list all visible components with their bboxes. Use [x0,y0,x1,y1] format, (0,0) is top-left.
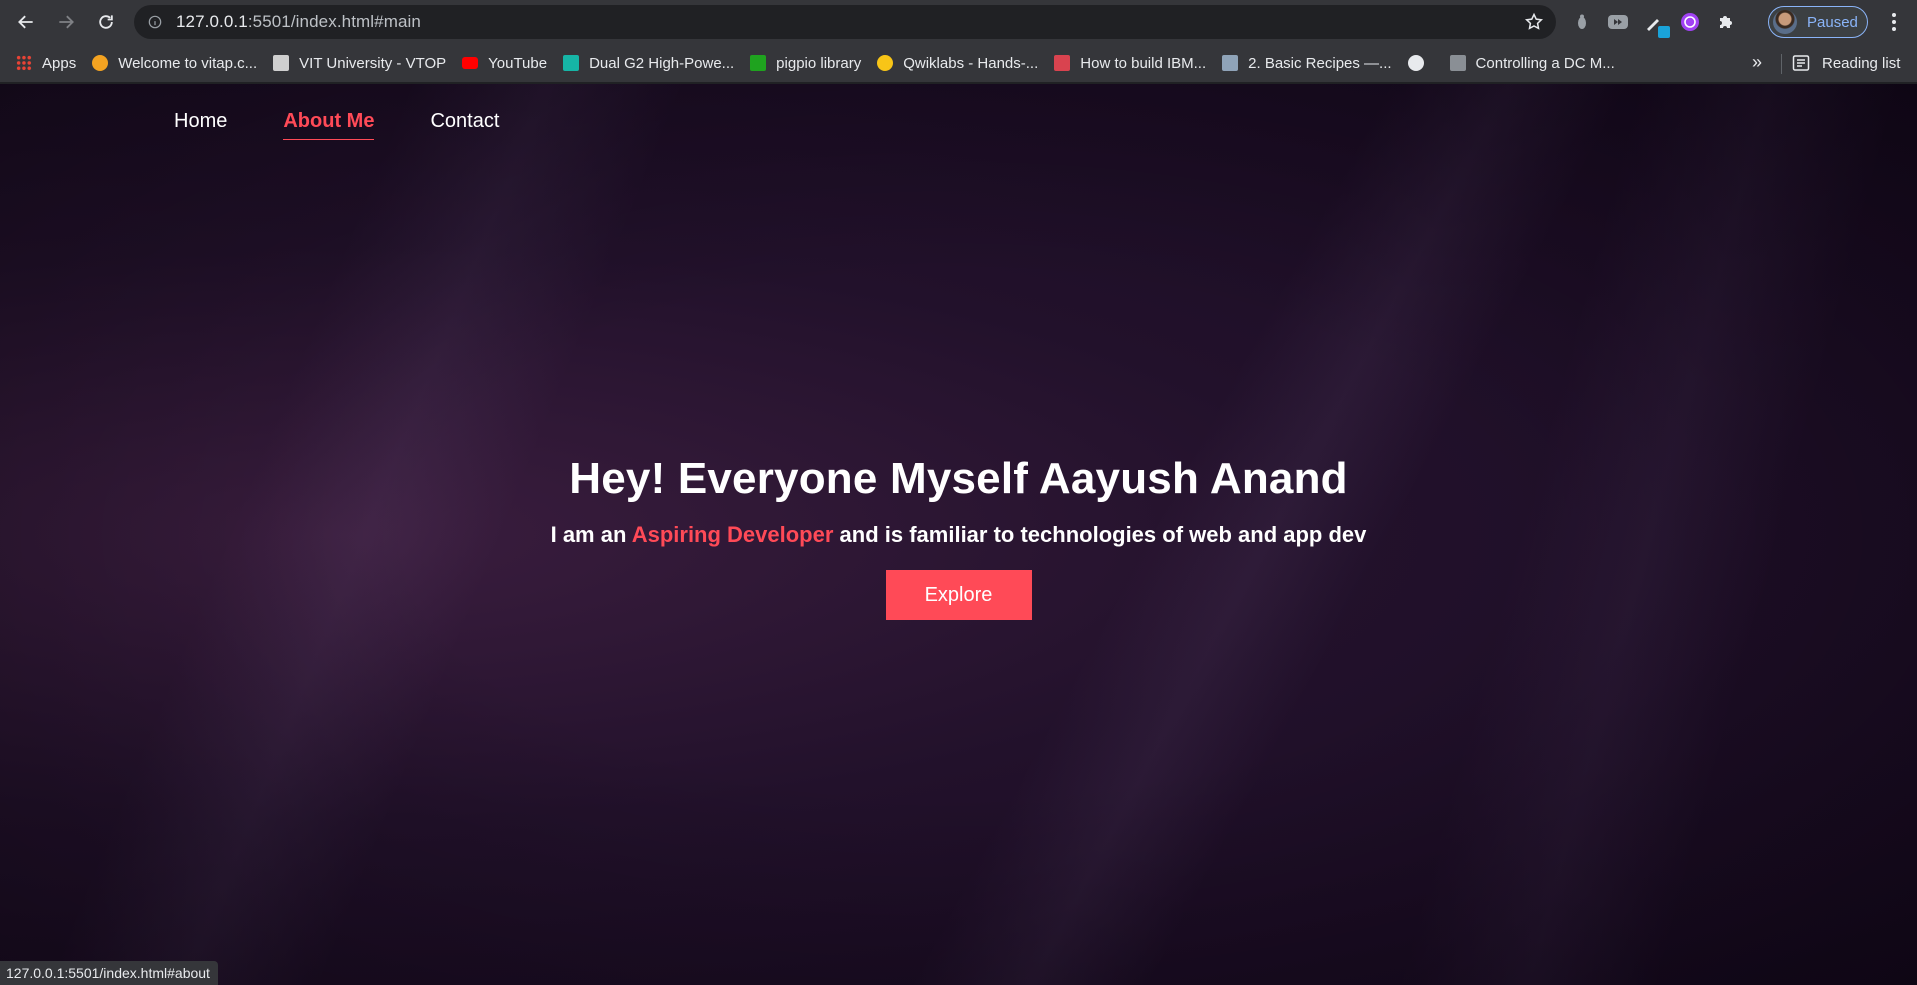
reading-list-icon [1792,55,1810,71]
bookmark-label: pigpio library [776,54,862,72]
profile-button[interactable]: Paused [1768,6,1868,38]
hero-section: Hey! Everyone Myself Aayush Anand I am a… [0,454,1917,620]
reading-list-button[interactable]: Reading list [1792,49,1900,77]
site-navbar: Home About Me Contact [174,110,499,140]
shield-icon [1449,55,1466,71]
url-text[interactable]: 127.0.0.1:5501/index.html#main [176,12,421,32]
docs-icon [1222,55,1239,71]
url-host: 127.0.0.1 [176,12,248,31]
bookmark-label: Dual G2 High-Powe... [589,54,735,72]
extension-bug-icon[interactable] [1570,10,1594,34]
hero-subtitle-start: I am an [550,522,632,547]
forward-arrow-icon [59,15,74,29]
bookmark-label: VIT University - VTOP [299,54,447,72]
link-status-bubble: 127.0.0.1:5501/index.html#about [0,961,218,985]
pololu-icon [563,55,580,71]
bookmark-label: Qwiklabs - Hands-... [903,54,1039,72]
reload-button[interactable] [86,2,126,42]
bookmark-item[interactable]: Apps [8,49,84,77]
bookmark-star-icon[interactable] [1524,12,1544,32]
back-arrow-icon [18,15,33,29]
browser-toolbar: 127.0.0.1:5501/index.html#main Paused [0,0,1917,44]
explore-button[interactable]: Explore [885,570,1032,620]
bookmark-item[interactable]: Controlling a DC M... [1442,49,1623,77]
nav-link-contact[interactable]: Contact [430,110,499,140]
reload-icon [99,15,113,29]
more-bookmarks-chevron-icon[interactable]: » [1752,52,1762,73]
bookmark-item[interactable]: VIT University - VTOP [265,49,454,77]
bookmark-list: Apps Welcome to vitap.c... VIT University … [0,49,1623,77]
bookmark-item[interactable]: YouTube [454,49,555,77]
bookmark-label: Apps [42,54,77,72]
site-info-icon[interactable] [148,15,162,29]
qwiklabs-icon [877,55,894,71]
bookmark-item[interactable]: Welcome to vitap.c... [84,49,265,77]
bookmark-label: How to build IBM... [1080,54,1207,72]
sun-icon [92,55,109,71]
bookmark-label: YouTube [488,54,548,72]
address-bar[interactable]: 127.0.0.1:5501/index.html#main [134,5,1556,39]
hero-title: Hey! Everyone Myself Aayush Anand [569,454,1348,503]
nav-link-home[interactable]: Home [174,110,227,140]
hero-subtitle-accent: Aspiring Developer [631,522,834,547]
url-path: :5501/index.html#main [247,12,421,31]
extensions-row [1570,6,1738,38]
bookmark-item[interactable] [1400,49,1442,77]
hero-subtitle-end: and is familiar to technologies of web a… [833,522,1367,547]
bookmark-item[interactable]: 2. Basic Recipes —... [1214,49,1399,77]
apps-grid-icon [16,55,32,71]
extension-circle-icon[interactable] [1678,10,1702,34]
avatar [1773,10,1797,34]
back-button[interactable] [6,2,46,42]
reading-list-label: Reading list [1822,54,1901,72]
nav-link-about-me[interactable]: About Me [283,110,375,140]
bookmark-item[interactable]: How to build IBM... [1046,49,1214,77]
profile-status-label: Paused [1807,13,1858,31]
bookmark-label: 2. Basic Recipes —... [1248,54,1392,72]
page-viewport: Home About Me Contact Hey! Everyone Myse… [0,84,1917,985]
pigpio-icon [750,55,767,71]
bookmarks-divider [1781,54,1782,74]
bookmarks-bar: Apps Welcome to vitap.c... VIT University … [0,44,1917,83]
bookmark-item[interactable]: Qwiklabs - Hands-... [869,49,1046,77]
globe-icon [1407,55,1424,71]
bookmark-item[interactable]: Dual G2 High-Powe... [555,49,742,77]
vit-logo-icon [273,55,290,71]
hero-subtitle: I am an Aspiring Developer and is famili… [0,522,1917,548]
bookmark-item[interactable]: pigpio library [742,49,869,77]
forward-button[interactable] [46,2,86,42]
extensions-puzzle-icon[interactable] [1714,10,1738,34]
bookmark-label: Controlling a DC M... [1475,54,1615,72]
youtube-icon [462,57,479,69]
extension-pen-icon[interactable] [1642,10,1670,38]
menu-kebab-icon[interactable] [1882,10,1906,34]
bookmark-label: Welcome to vitap.c... [118,54,258,72]
extension-video-speed-icon[interactable] [1606,10,1630,34]
ibm-icon [1054,55,1071,71]
